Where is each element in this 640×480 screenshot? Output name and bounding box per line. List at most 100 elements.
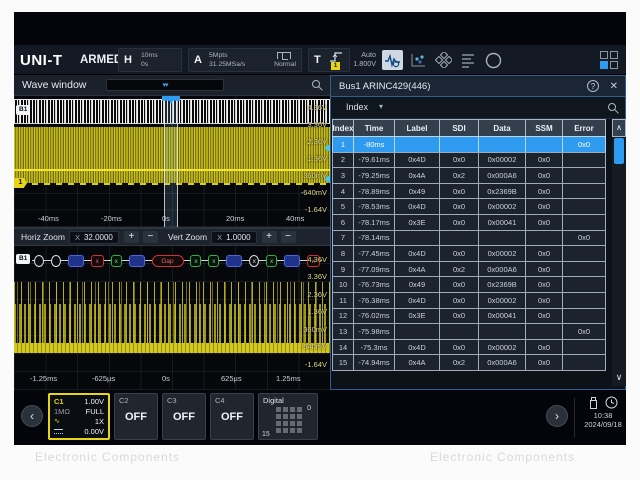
table-row[interactable]: 9-77.09ms0x4A0x20x000A60x0 xyxy=(332,261,612,278)
table-cell: 0x0 xyxy=(525,245,563,262)
acquire-label: A xyxy=(194,54,202,66)
table-row[interactable]: 4-78.89ms0x490x00x2369B0x0 xyxy=(332,183,612,200)
layout-grid-icon[interactable] xyxy=(600,51,618,69)
t-label: -1.25ms xyxy=(30,374,57,383)
table-cell: -80ms xyxy=(353,136,395,153)
table-cell: 8 xyxy=(332,245,354,262)
table-cell xyxy=(562,245,606,262)
watermark-left: Electronic Components xyxy=(35,450,180,464)
table-cell xyxy=(562,292,606,309)
table-scrollbar[interactable]: ∧ ∨ xyxy=(612,119,626,386)
table-cell: -79.25ms xyxy=(353,167,395,184)
clock-icon[interactable] xyxy=(605,396,618,409)
table-cell: 0x0 xyxy=(525,198,563,215)
bus1-tag: B1 xyxy=(16,105,30,115)
c2-name: C2 xyxy=(119,396,153,405)
c1-bandwidth: FULL xyxy=(86,407,104,417)
table-cell: 0x0 xyxy=(439,308,479,325)
clock-time[interactable]: 10:38 xyxy=(580,411,626,420)
table-row[interactable]: 11-76.38ms0x4D0x00x000020x0 xyxy=(332,292,612,309)
table-cell: 0x4A xyxy=(394,261,440,278)
channel2-box[interactable]: C2 OFF xyxy=(114,393,158,440)
wave-zoom-tool-icon[interactable] xyxy=(382,50,403,70)
chevron-down-icon[interactable]: ▾ xyxy=(379,102,383,111)
circle-tool-icon[interactable] xyxy=(483,50,504,70)
close-icon[interactable]: ✕ xyxy=(610,80,618,93)
table-cell: 0x0 xyxy=(439,183,479,200)
channel-bar: ‹ C11.00V 1MΩFULL ∿1X 0.00V C2 OFF C3 OF… xyxy=(14,390,626,445)
v-label: 360mV xyxy=(303,325,327,334)
table-row[interactable]: 6-78.17ms0x3E0x00x000410x0 xyxy=(332,214,612,231)
list-view-icon[interactable] xyxy=(458,50,479,70)
table-row[interactable]: 12-76.02ms0x3E0x00x000410x0 xyxy=(332,308,612,325)
v-label: -1.64V xyxy=(305,360,327,369)
vert-zoom-minus-button[interactable]: − xyxy=(281,231,296,243)
channel1-box[interactable]: C11.00V 1MΩFULL ∿1X 0.00V xyxy=(48,393,110,440)
table-cell: 0x0 xyxy=(562,230,606,247)
zoom-wave-plot[interactable]: B1 xxGapxxxxx 4.36V 3.36V 2.36V 1.36V 36… xyxy=(14,246,330,390)
horizontal-menu[interactable]: H 10ms 0s xyxy=(118,48,182,72)
horiz-zoom-minus-button[interactable]: − xyxy=(143,231,158,243)
c1-probe: 1X xyxy=(95,417,104,427)
wave-nav-slider[interactable]: ▾▾ xyxy=(106,79,224,91)
table-cell xyxy=(439,136,479,153)
zoom-region-cursor[interactable] xyxy=(164,96,178,227)
diamond-tools-icon[interactable] xyxy=(433,50,454,70)
table-cell: 0x00002 xyxy=(478,339,526,356)
table-cell: 15 xyxy=(332,354,354,371)
clock-date[interactable]: 2024/09/18 xyxy=(580,420,626,429)
horiz-zoom-plus-button[interactable]: + xyxy=(124,231,139,243)
table-cell: 0x0 xyxy=(525,308,563,325)
c1-name: C1 xyxy=(54,397,64,407)
table-row[interactable]: 10-76.73ms0x490x00x2369B0x0 xyxy=(332,276,612,293)
scroll-up-icon[interactable]: ∧ xyxy=(612,119,626,137)
digital-box[interactable]: Digital 0 15 xyxy=(258,393,318,440)
decode-bubbles: xxGapxxxxx xyxy=(34,253,320,268)
wave-column: Wave window ▾▾ B1 1 4.36V 3.36V 2.36V 1.… xyxy=(14,75,330,390)
v-label: 3.36V xyxy=(307,120,327,129)
v-label: 4.36V xyxy=(307,103,327,112)
c1-scale: 1.00V xyxy=(84,397,104,407)
digital-label: Digital xyxy=(263,396,313,405)
expand-right-button[interactable]: › xyxy=(546,405,568,427)
decode-bubble: x xyxy=(249,255,259,267)
collapse-left-button[interactable]: ‹ xyxy=(21,405,43,427)
xy-display-icon[interactable] xyxy=(408,50,429,70)
channel4-box[interactable]: C4 OFF xyxy=(210,393,254,440)
table-row[interactable]: 5-78.53ms0x4D0x00x000020x0 xyxy=(332,198,612,215)
table-row[interactable]: 14-75.3ms0x4D0x00x000020x0 xyxy=(332,339,612,356)
bus-panel-title: Bus1 ARINC429(446) xyxy=(339,81,430,92)
table-cell: 0x4D xyxy=(394,198,440,215)
table-row[interactable]: 7-78.14ms0x0 xyxy=(332,230,612,247)
col-header: Label xyxy=(394,119,440,137)
table-row[interactable]: 13-75.98ms0x0 xyxy=(332,323,612,340)
decode-bubble: x xyxy=(266,255,277,267)
scrollbar-thumb[interactable] xyxy=(614,138,624,164)
help-icon[interactable]: ? xyxy=(587,80,599,92)
table-row[interactable]: 1-80ms0x0 xyxy=(332,136,612,153)
table-cell xyxy=(525,323,563,340)
table-row[interactable]: 15-74.94ms0x4A0x20x000A60x0 xyxy=(332,354,612,371)
main-wave-plot[interactable]: B1 1 4.36V 3.36V 2.36V 1.36V 360mV -640m… xyxy=(14,96,330,228)
wave-search-icon[interactable] xyxy=(312,80,320,88)
table-row[interactable]: 8-77.45ms0x4D0x00x000020x0 xyxy=(332,245,612,262)
table-row[interactable]: 2-79.61ms0x4D0x00x000020x0 xyxy=(332,152,612,169)
table-cell: 0x4A xyxy=(394,354,440,371)
vert-zoom-plus-button[interactable]: + xyxy=(262,231,277,243)
table-cell: 0x0 xyxy=(439,339,479,356)
table-cell: 5 xyxy=(332,198,354,215)
table-cell: 0x2 xyxy=(439,167,479,184)
table-cell xyxy=(562,308,606,325)
table-cell xyxy=(525,230,563,247)
digital-channel-square xyxy=(290,421,295,426)
bus-panel-header[interactable]: Bus1 ARINC429(446) ? ✕ xyxy=(331,76,625,97)
table-cell xyxy=(439,230,479,247)
table-cell xyxy=(394,230,440,247)
search-icon[interactable] xyxy=(608,103,616,111)
channel3-box[interactable]: C3 OFF xyxy=(162,393,206,440)
scroll-down-icon[interactable]: ∨ xyxy=(612,370,626,384)
table-row[interactable]: 3-79.25ms0x4A0x20x000A60x0 xyxy=(332,167,612,184)
digital-channel-square xyxy=(290,428,295,433)
filter-dropdown[interactable]: Index xyxy=(346,102,368,112)
acquire-menu[interactable]: A 5Mpts 31.25MSa/s Normal xyxy=(188,48,302,72)
